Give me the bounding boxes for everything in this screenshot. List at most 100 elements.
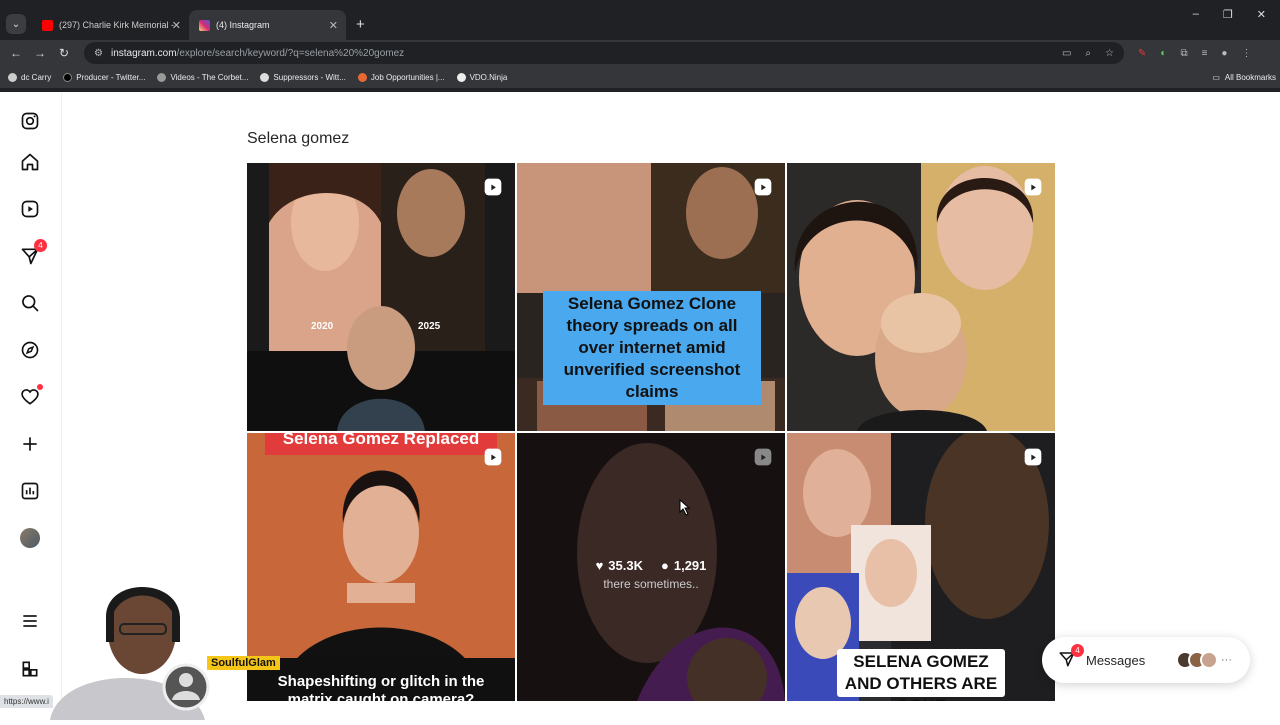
- tab-search-button[interactable]: ⌄: [6, 14, 26, 34]
- results-grid: 2020 2025 Selena Gomez Clone theory spre…: [247, 163, 1055, 723]
- post-thumbnail[interactable]: Selena Gomez Clone theory spreads on all…: [517, 163, 785, 431]
- post-thumbnail[interactable]: SELENA GOMEZ AND OTHERS ARE GONE: [787, 433, 1055, 701]
- post-banner: Selena Gomez Replaced: [265, 433, 497, 455]
- bookmark-label: VDO.Ninja: [469, 72, 508, 82]
- all-bookmarks-label: All Bookmarks: [1224, 72, 1276, 82]
- post-caption: Shapeshifting or glitch in the matrix ca…: [277, 673, 485, 701]
- reel-icon: [754, 178, 772, 196]
- tab-instagram[interactable]: (4) Instagram ✕: [189, 10, 346, 40]
- heart-icon[interactable]: [19, 384, 43, 408]
- dashboard-icon[interactable]: [19, 480, 41, 502]
- youtube-favicon-icon: [42, 19, 53, 31]
- post-image: [247, 433, 515, 701]
- extension-icon[interactable]: ◐: [1160, 48, 1166, 59]
- heart-filled-icon: ♥: [595, 558, 604, 573]
- restore-icon[interactable]: ❐: [1223, 8, 1233, 21]
- bookmark-favicon-icon: [260, 72, 270, 82]
- bookmark-item[interactable]: dc Carry: [8, 72, 52, 82]
- bookmark-item[interactable]: Producer - Twitter...: [63, 72, 146, 82]
- stream-handle: SoulfulGlam: [207, 656, 280, 670]
- instagram-page: 4 Selena gomez 2020 2025 Selena Gomez Cl…: [0, 92, 1280, 720]
- bookmark-label: Suppressors - Witt...: [273, 72, 346, 82]
- window-controls: – ❐ ✕: [1193, 8, 1266, 21]
- post-thumbnail[interactable]: 2020 2025: [247, 163, 515, 431]
- bookmark-label: Job Opportunities |...: [370, 72, 445, 82]
- bookmark-item[interactable]: VDO.Ninja: [456, 72, 508, 82]
- tab-strip: ⌄ (297) Charlie Kirk Memorial - H ✕ (4) …: [0, 8, 1280, 40]
- tab-title: (4) Instagram: [216, 20, 270, 30]
- profile-icon[interactable]: ●: [1221, 48, 1227, 59]
- close-tab-icon[interactable]: ✕: [172, 19, 181, 32]
- messages-label: Messages: [1086, 652, 1146, 668]
- direct-icon: 4: [1058, 643, 1084, 671]
- messages-badge: 4: [1071, 643, 1084, 657]
- post-image: [247, 163, 515, 431]
- new-tab-button[interactable]: +: [356, 16, 365, 33]
- reel-icon: [484, 178, 502, 196]
- reel-icon: [754, 448, 772, 466]
- post-thumbnail[interactable]: [787, 163, 1055, 431]
- minimize-icon[interactable]: –: [1193, 8, 1199, 21]
- home-icon[interactable]: [19, 151, 41, 173]
- menu-icon[interactable]: [19, 610, 41, 632]
- bookmark-label: Producer - Twitter...: [76, 72, 146, 82]
- tab-youtube[interactable]: (297) Charlie Kirk Memorial - H ✕: [32, 10, 189, 40]
- tab-title: (297) Charlie Kirk Memorial - H: [59, 20, 174, 30]
- search-heading: Selena gomez: [247, 130, 350, 147]
- instagram-logo-icon[interactable]: [19, 110, 41, 132]
- threads-icon[interactable]: [19, 658, 41, 680]
- explore-icon[interactable]: [19, 339, 41, 361]
- bookmark-label: dc Carry: [21, 72, 52, 82]
- likes-value: 35.3K: [608, 558, 643, 573]
- comment-filled-icon: ●: [661, 558, 669, 573]
- direct-icon[interactable]: 4: [19, 239, 47, 267]
- avatar: [20, 528, 40, 548]
- url-host: instagram.com: [110, 47, 177, 59]
- instagram-favicon-icon: [199, 19, 210, 31]
- close-window-icon[interactable]: ✕: [1257, 8, 1266, 21]
- year-label: 2025: [418, 321, 441, 332]
- mouse-cursor-icon: [679, 499, 691, 516]
- address-bar[interactable]: ⚙ instagram.com/explore/search/keyword/?…: [84, 42, 1124, 64]
- post-thumbnail[interactable]: Selena Gomez Replaced Shapeshifting or g…: [247, 433, 515, 701]
- profile-avatar[interactable]: [19, 527, 41, 549]
- post-stats: ♥ 35.3K ● 1,291: [517, 558, 785, 573]
- extensions-puzzle-icon[interactable]: ⧉: [1180, 48, 1187, 59]
- bookmark-item[interactable]: Videos - The Corbet...: [157, 72, 249, 82]
- bookmark-favicon-icon: [357, 72, 367, 82]
- all-bookmarks-button[interactable]: ▭ All Bookmarks: [1212, 73, 1276, 82]
- post-thumbnail-hovered[interactable]: ♥ 35.3K ● 1,291 there sometimes..: [517, 433, 785, 701]
- browser-toolbar: ← → ↻ ⚙ instagram.com/explore/search/key…: [0, 40, 1280, 66]
- bookmark-item[interactable]: Suppressors - Witt...: [260, 72, 346, 82]
- create-icon[interactable]: [19, 433, 41, 455]
- forward-icon[interactable]: →: [28, 46, 52, 60]
- site-info-icon[interactable]: ⚙: [94, 48, 103, 59]
- back-icon[interactable]: ←: [4, 46, 28, 60]
- bookmark-label: Videos - The Corbet...: [170, 72, 249, 82]
- bookmark-star-icon[interactable]: ☆: [1105, 48, 1114, 59]
- close-tab-icon[interactable]: ✕: [329, 19, 338, 32]
- reel-icon: [484, 448, 502, 466]
- post-image: [787, 163, 1055, 431]
- post-overlay-text: there sometimes..: [603, 577, 699, 591]
- more-icon: ···: [1221, 654, 1232, 666]
- more-menu-icon[interactable]: ⋮: [1241, 48, 1251, 59]
- reels-icon[interactable]: [19, 198, 41, 220]
- bookmark-favicon-icon: [456, 72, 466, 82]
- comments-value: 1,291: [673, 558, 707, 573]
- webcam-image: [50, 587, 210, 720]
- cast-icon[interactable]: ▭: [1062, 48, 1071, 59]
- reel-icon: [1024, 178, 1042, 196]
- messages-button[interactable]: 4 Messages ···: [1042, 637, 1250, 683]
- bookmark-item[interactable]: Job Opportunities |...: [357, 72, 445, 82]
- reading-list-icon[interactable]: ≡: [1202, 48, 1208, 59]
- bookmark-favicon-icon: [8, 72, 17, 82]
- reel-icon: [1024, 448, 1042, 466]
- search-icon[interactable]: [19, 292, 41, 314]
- reload-icon[interactable]: ↻: [52, 46, 76, 60]
- folder-icon: ▭: [1212, 72, 1220, 82]
- notification-badge: 4: [34, 239, 47, 252]
- avatar: [1200, 651, 1218, 669]
- extension-pen-icon[interactable]: ✎: [1138, 48, 1146, 59]
- zoom-icon[interactable]: ⌕: [1085, 48, 1091, 59]
